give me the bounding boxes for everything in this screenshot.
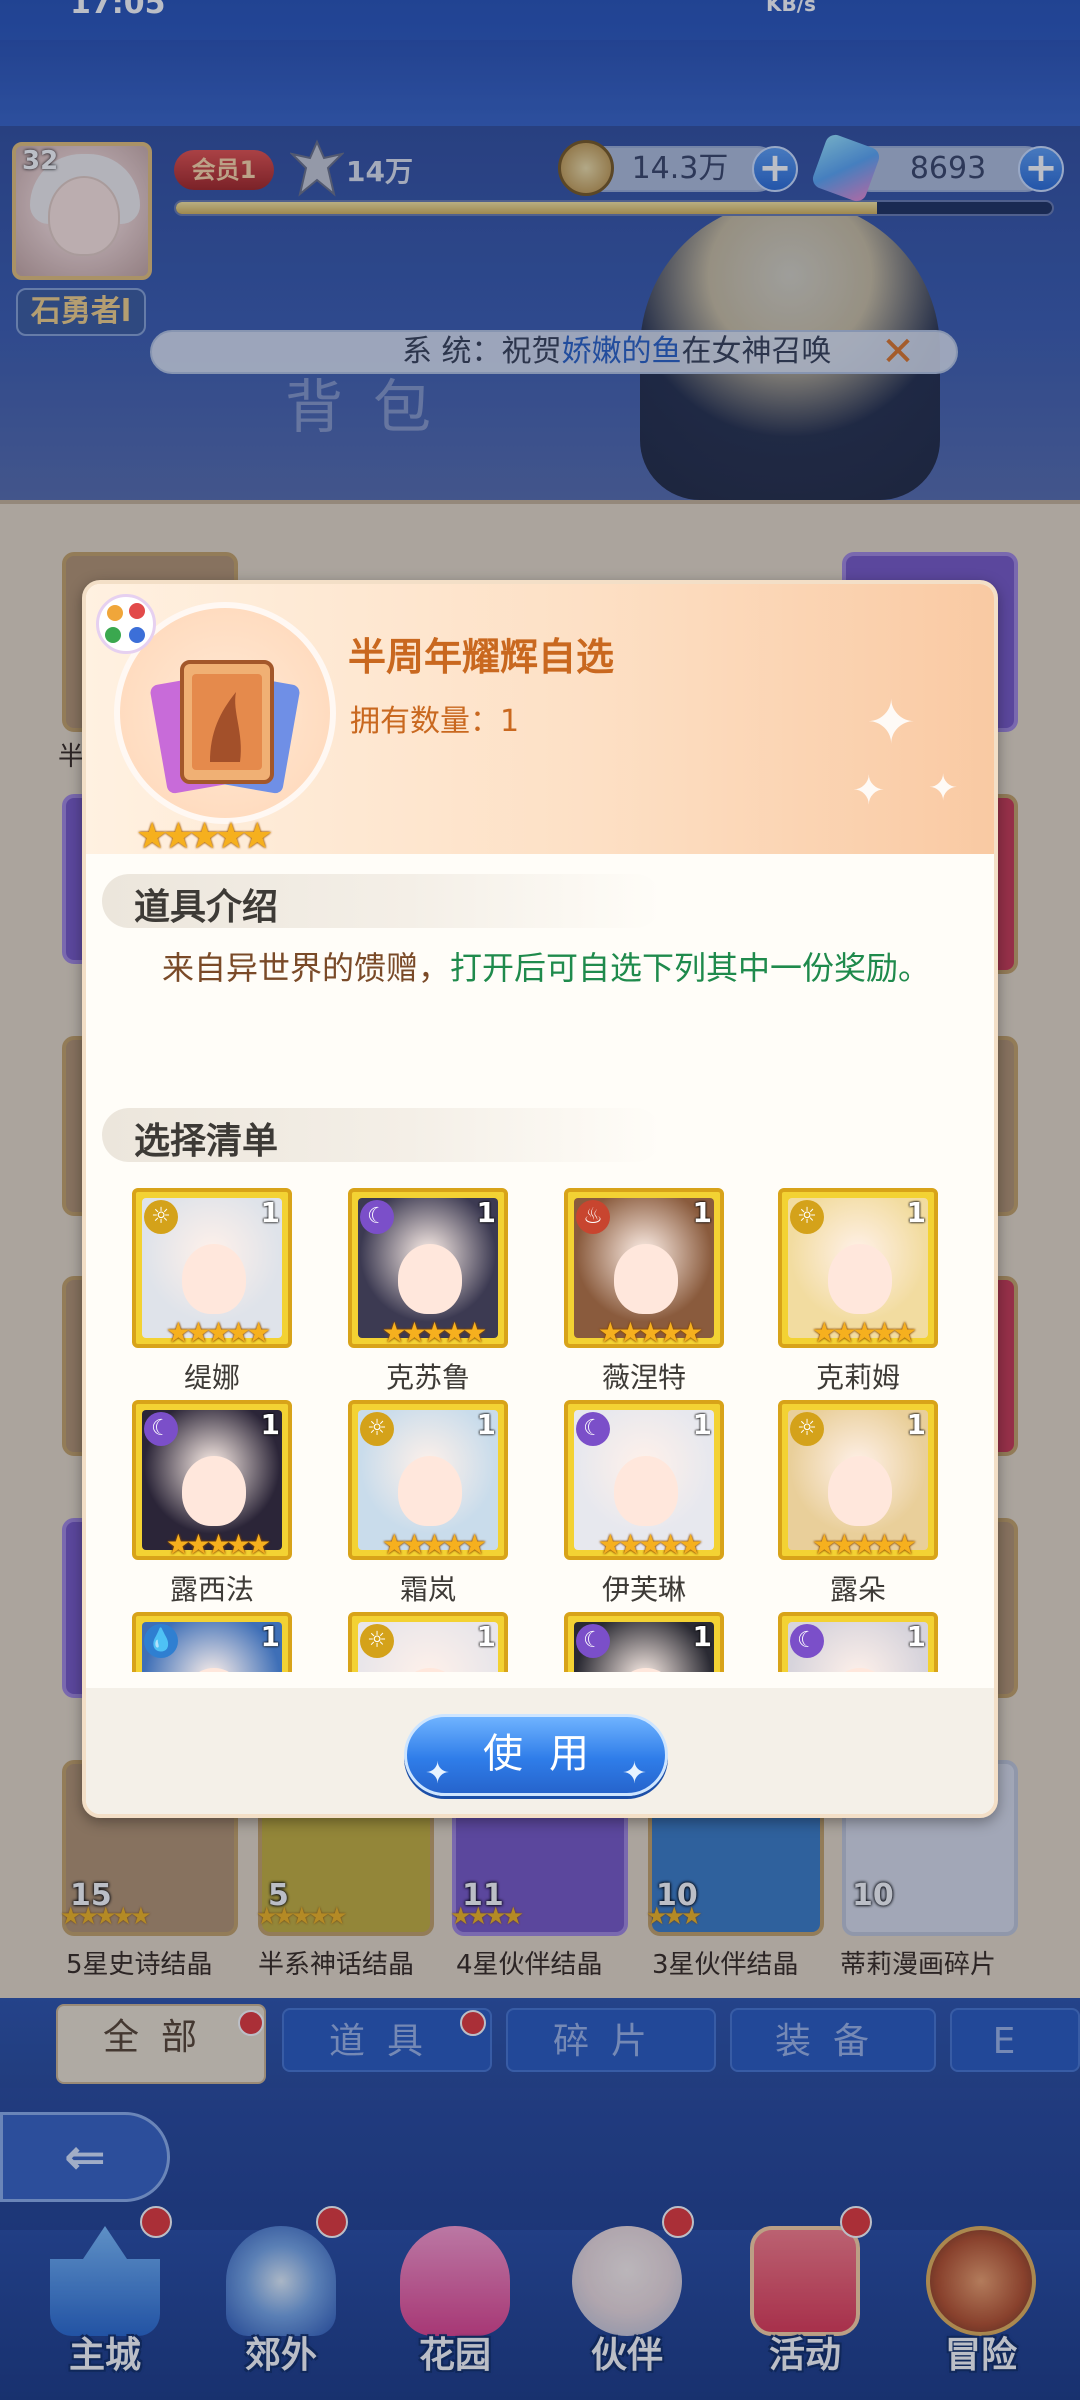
sun-element-icon: ☼ [360,1412,394,1446]
hero-name: 缇娜 [183,1361,240,1394]
item-detail-dialog: ✦ ✦ ✦ ★★★★★ 半周年耀辉自选 拥有数量：1 道具介绍 来自异世界的馈赠… [82,580,998,1818]
reward-choice-grid: ☼ 1 ★★★★★ 缇娜 ☾ 1 ★★★★★ 克苏鲁 ♨ 1 ★★★★★ 薇涅特 ☼ 1 ★★★★★ 克莉姆 ☾… [86,1188,994,1672]
water-element-icon: 💧 [144,1624,178,1658]
hero-card: 💧1★★★★★ [132,1612,292,1672]
hero-card: ☾1★★★★★ [778,1612,938,1672]
owned-quantity: 拥有数量：1 [350,704,520,739]
item-rarity-stars: ★★★★★ [136,816,273,857]
section-header-intro: 道具介绍 [102,874,662,928]
fire-element-icon: ♨ [576,1200,610,1234]
hero-count: 1 [476,1620,496,1653]
hero-card: ♨ 1 ★★★★★ [564,1188,724,1348]
hero-rarity-stars: ★★★★★ [165,1528,272,1560]
sun-element-icon: ☼ [360,1624,394,1658]
hero-name: 伊芙琳 [601,1573,686,1606]
sparkle-icon: ✦ [866,688,917,758]
hero-rarity-stars: ★★★★★ [597,1316,704,1348]
hero-count: 1 [692,1620,712,1653]
hero-count: 1 [906,1408,926,1441]
hero-card: ☼ 1 ★★★★★ [778,1188,938,1348]
item-name: 半周年耀辉自选 [348,635,615,679]
use-button[interactable]: ✦ 使用 ✦ [404,1714,668,1796]
hero-count: 1 [260,1408,280,1441]
sparkle-icon: ✦ [928,768,959,809]
hero-count: 1 [476,1408,496,1441]
hero-rarity-stars: ★★★★★ [811,1528,918,1560]
hero-card: ☾1★★★★★ [564,1612,724,1672]
sun-element-icon: ☼ [144,1200,178,1234]
hero-rarity-stars: ★★★★★ [165,1316,272,1348]
moon-element-icon: ☾ [576,1412,610,1446]
hero-card: ☼1★★★★★ [348,1612,508,1672]
moon-element-icon: ☾ [144,1412,178,1446]
card-pack-icon [150,660,300,794]
sparkle-icon: ✦ [852,768,886,814]
hero-name: 露朵 [829,1573,886,1606]
hero-card: ☼ 1 ★★★★★ [778,1400,938,1560]
element-orb-icon [96,594,156,654]
hero-card: ☾ 1 ★★★★★ [348,1188,508,1348]
hero-rarity-stars: ★★★★★ [381,1528,488,1560]
hero-card: ☼ 1 ★★★★★ [132,1188,292,1348]
section-header-choice-list: 选择清单 [102,1108,662,1162]
sun-element-icon: ☼ [790,1200,824,1234]
hero-name: 克莉姆 [815,1361,900,1394]
hero-name: 薇涅特 [601,1361,686,1394]
hero-count: 1 [692,1196,712,1229]
sun-element-icon: ☼ [790,1412,824,1446]
dialog-header: ✦ ✦ ✦ ★★★★★ 半周年耀辉自选 拥有数量：1 [86,584,994,857]
hero-rarity-stars: ★★★★★ [811,1316,918,1348]
hero-card: ☾ 1 ★★★★★ [564,1400,724,1560]
hero-card: ☾ 1 ★★★★★ [132,1400,292,1560]
hero-count: 1 [906,1620,926,1653]
hero-name: 露西法 [169,1573,254,1606]
hero-count: 1 [476,1196,496,1229]
hero-rarity-stars: ★★★★★ [597,1528,704,1560]
moon-element-icon: ☾ [790,1624,824,1658]
hero-count: 1 [906,1196,926,1229]
moon-element-icon: ☾ [576,1624,610,1658]
moon-element-icon: ☾ [360,1200,394,1234]
hero-rarity-stars: ★★★★★ [381,1316,488,1348]
hero-name: 霜岚 [399,1573,456,1606]
item-description: 来自异世界的馈赠，打开后可自选下列其中一份奖励。 [161,949,931,987]
hero-count: 1 [260,1196,280,1229]
hero-count: 1 [692,1408,712,1441]
hero-name: 克苏鲁 [385,1361,470,1394]
hero-count: 1 [260,1620,280,1653]
hero-card: ☼ 1 ★★★★★ [348,1400,508,1560]
